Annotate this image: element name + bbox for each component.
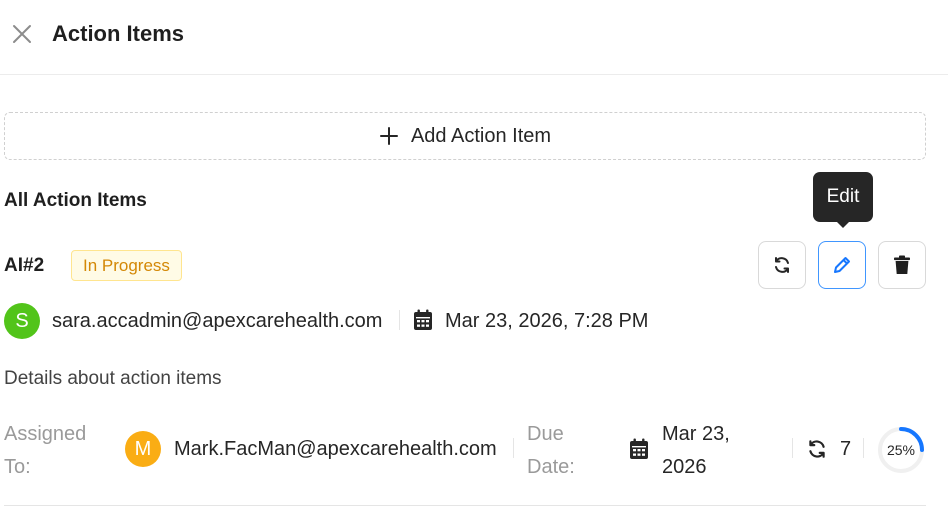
add-action-item-label: Add Action Item [410,124,552,147]
divider [4,505,926,506]
action-item-id: AI#2 [4,255,45,276]
assignee-email: Mark.FacMan@apexcarehealth.com [174,438,497,460]
creator-email: sara.accadmin@apexcarehealth.com [52,310,383,332]
edit-tooltip: Edit [813,172,873,228]
refresh-button[interactable] [758,241,806,289]
creator-avatar: S [4,303,40,339]
assignee-avatar: M [125,431,161,467]
divider [399,310,400,330]
drawer-header: Action Items [0,0,948,75]
divider [513,438,514,458]
delete-button[interactable] [878,241,926,289]
due-date-value: Mar 23, [662,423,730,445]
assigned-to-label-line2: To: [4,456,31,478]
refresh-icon [775,257,789,273]
created-datetime: Mar 23, 2026, 7:28 PM [445,310,649,332]
calendar-icon [630,438,648,459]
due-date-label: Due [527,423,564,445]
trash-icon [894,255,910,274]
calendar-icon [414,309,432,330]
edit-icon [834,257,850,273]
action-item-details: Details about action items [4,368,222,389]
plus-icon [379,127,398,145]
progress-label: 25% [886,442,916,458]
add-action-item-button[interactable]: Add Action Item [4,112,926,160]
due-date-label-line2: Date: [527,456,575,478]
repeat-icon [809,440,825,458]
divider [792,438,793,458]
section-title: All Action Items [4,190,147,211]
due-date-value-line2: 2026 [662,456,707,478]
edit-button[interactable] [818,241,866,289]
recurrence-count: 7 [840,438,852,460]
close-button[interactable] [8,20,36,48]
page-title: Action Items [52,21,185,46]
assigned-to-label: Assigned [4,423,87,445]
status-badge: In Progress [71,250,182,281]
close-icon [13,25,31,43]
divider [863,438,864,458]
